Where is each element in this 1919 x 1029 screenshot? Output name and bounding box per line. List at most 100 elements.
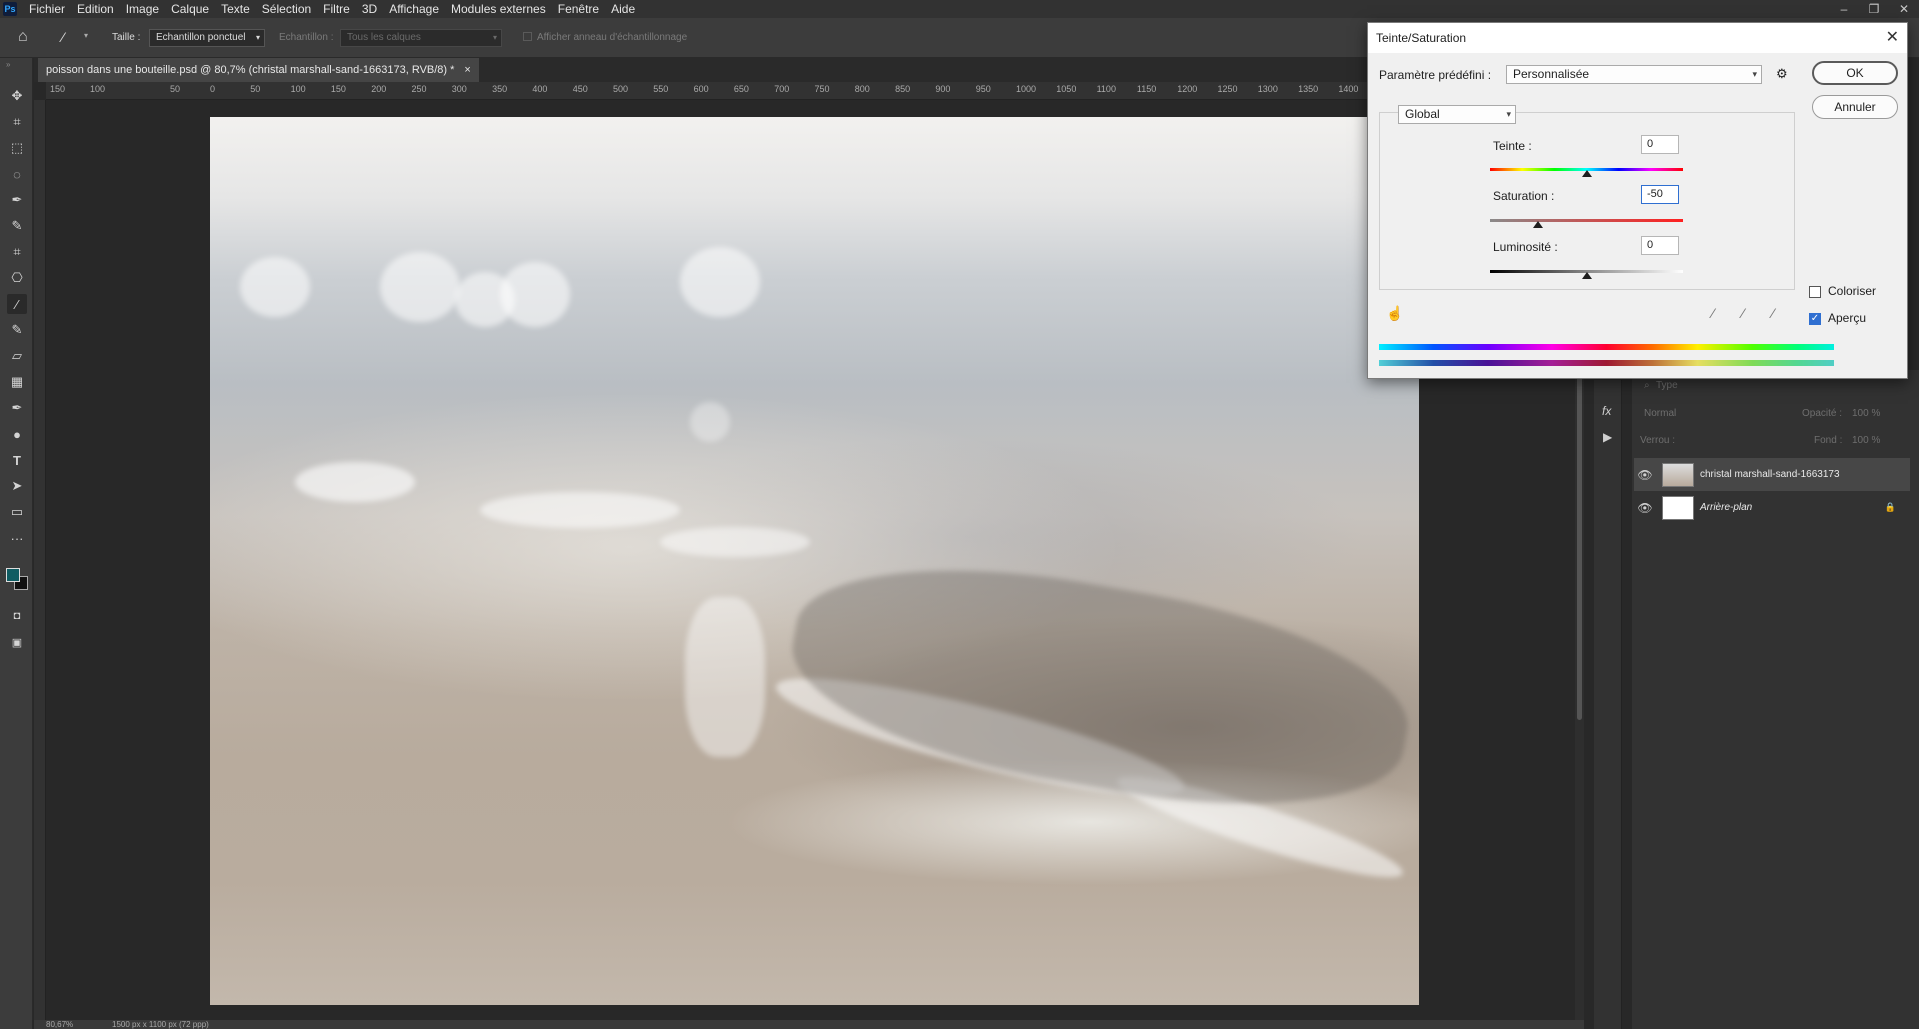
menu-image[interactable]: Image — [120, 0, 165, 18]
menu-texte[interactable]: Texte — [215, 0, 256, 18]
color-swatches[interactable] — [4, 556, 28, 596]
zoom-level[interactable]: 80,67% — [46, 1020, 73, 1029]
ruler-tick: 100 — [290, 84, 306, 94]
layer-name[interactable]: christal marshall-sand-1663173 — [1700, 469, 1840, 480]
ruler-tick: 0 — [210, 84, 216, 94]
menu-aide[interactable]: Aide — [605, 0, 641, 18]
quick-mask-icon[interactable]: ◘ — [7, 606, 27, 626]
play-icon[interactable]: ▶ — [1603, 430, 1612, 444]
brush-tool-icon[interactable]: ✎ — [7, 320, 27, 340]
ruler-tick: 50 — [170, 84, 181, 94]
foreground-color-swatch[interactable] — [6, 568, 20, 582]
channel-select[interactable]: Global ▾ — [1398, 105, 1516, 124]
close-icon[interactable]: ✕ — [1889, 0, 1919, 18]
sampling-ring-checkbox[interactable] — [523, 32, 532, 41]
document-tab[interactable]: poisson dans une bouteille.psd @ 80,7% (… — [38, 58, 479, 82]
ruler-tick: 400 — [532, 84, 548, 94]
eyedropper-plus-icon[interactable]: ⁄ — [1742, 305, 1744, 321]
menu-affichage[interactable]: Affichage — [383, 0, 445, 18]
marquee-tool-icon[interactable]: ⬚ — [7, 138, 27, 158]
layer-row[interactable]: 👁 christal marshall-sand-1663173 — [1634, 458, 1910, 491]
pen-tool-icon[interactable]: ✒ — [7, 190, 27, 210]
chevron-down-icon[interactable]: ▾ — [84, 31, 88, 40]
ruler-tick: 850 — [895, 84, 911, 94]
gradient-tool-icon[interactable]: ▦ — [7, 372, 27, 392]
cancel-button[interactable]: Annuler — [1812, 95, 1898, 119]
type-tool-icon[interactable]: T — [7, 450, 27, 470]
layer-name[interactable]: Arrière-plan — [1700, 502, 1752, 513]
menu-selection[interactable]: Sélection — [256, 0, 317, 18]
close-tab-icon[interactable]: × — [464, 58, 470, 82]
close-icon[interactable]: ✕ — [1886, 23, 1899, 53]
gear-icon[interactable]: ⚙ — [1776, 66, 1788, 82]
preview-checkbox[interactable]: ✓ — [1809, 313, 1821, 325]
menu-calque[interactable]: Calque — [165, 0, 215, 18]
layer-filter-input[interactable]: Type — [1656, 380, 1678, 391]
horizontal-ruler: 150 100 50 0 50 100 150 200 250 300 350 400 450 50… — [46, 82, 1584, 100]
search-icon[interactable]: ⌕ — [1644, 380, 1650, 391]
move-tool-icon[interactable]: ✥ — [7, 86, 27, 106]
collapse-icon[interactable]: » — [6, 60, 10, 69]
foam-edge — [685, 597, 765, 757]
stamp-tool-icon[interactable]: ⎔ — [7, 268, 27, 288]
hue-slider-thumb[interactable] — [1581, 170, 1592, 177]
lasso-tool-icon[interactable]: ◌ — [7, 164, 27, 184]
beach-photo-canvas[interactable] — [210, 117, 1419, 1005]
minimize-icon[interactable]: – — [1829, 0, 1859, 18]
shape-tool-icon[interactable]: ▭ — [7, 502, 27, 522]
eraser-tool-icon[interactable]: ▱ — [7, 346, 27, 366]
layer-row[interactable]: 👁 Arrière-plan 🔒 — [1634, 491, 1910, 524]
wet-sand-shadow — [777, 534, 1419, 840]
ok-button[interactable]: OK — [1812, 61, 1898, 85]
lock-icon: 🔒 — [1884, 502, 1896, 512]
ruler-tick: 150 — [50, 84, 66, 94]
home-icon[interactable]: ⌂ — [18, 28, 28, 46]
eyedropper-minus-icon[interactable]: ⁄ — [1772, 305, 1774, 321]
sample-label: Echantillon : — [279, 32, 334, 43]
colorize-checkbox[interactable] — [1809, 286, 1821, 298]
hue-field[interactable]: 0 — [1641, 135, 1679, 154]
eyedropper-tool-icon[interactable]: ⁄ — [62, 29, 64, 45]
preset-select[interactable]: Personnalisée ▾ — [1506, 65, 1762, 84]
size-label: Taille : — [112, 32, 141, 43]
smudge-tool-icon[interactable]: ✒ — [7, 398, 27, 418]
menu-edition[interactable]: Edition — [71, 0, 120, 18]
saturation-field[interactable]: -50 — [1641, 185, 1679, 204]
eyedropper-icon[interactable]: ⁄ — [1712, 305, 1714, 321]
lightness-field[interactable]: 0 — [1641, 236, 1679, 255]
hue-label: Teinte : — [1493, 139, 1532, 153]
lightness-slider-thumb[interactable] — [1581, 272, 1592, 279]
crop-tool-icon[interactable]: ⌗ — [7, 112, 27, 132]
visibility-eye-icon[interactable]: 👁 — [1634, 468, 1656, 482]
menu-filtre[interactable]: Filtre — [317, 0, 356, 18]
dodge-tool-icon[interactable]: ● — [7, 424, 27, 444]
sample-select[interactable]: Tous les calques ▾ — [340, 29, 502, 47]
bokeh-highlight — [480, 492, 680, 528]
frame-tool-icon[interactable]: ⌗ — [7, 242, 27, 262]
screen-mode-icon[interactable]: ▣ — [7, 632, 27, 652]
menu-fenetre[interactable]: Fenêtre — [552, 0, 605, 18]
opacity-field[interactable]: 100 % — [1852, 408, 1880, 419]
restore-icon[interactable]: ❐ — [1859, 0, 1889, 18]
visibility-eye-icon[interactable]: 👁 — [1634, 501, 1656, 515]
blend-mode-select[interactable]: Normal — [1644, 408, 1676, 419]
window-controls: – ❐ ✕ — [1829, 0, 1919, 18]
dialog-title: Teinte/Saturation — [1376, 31, 1467, 45]
size-select[interactable]: Echantillon ponctuel ▾ — [149, 29, 265, 47]
path-selection-tool-icon[interactable]: ➤ — [7, 476, 27, 496]
targeted-adjustment-hand-icon[interactable]: ☝ — [1386, 305, 1403, 322]
fx-icon[interactable]: fx — [1602, 404, 1611, 418]
eyedropper-tool-icon[interactable]: ⁄ — [7, 294, 27, 314]
saturation-slider-thumb[interactable] — [1533, 221, 1544, 228]
ruler-tick: 900 — [935, 84, 951, 94]
menu-fichier[interactable]: Fichier — [23, 0, 71, 18]
ruler-tick: 100 — [90, 84, 106, 94]
saturation-slider-track[interactable] — [1490, 219, 1683, 222]
more-tools-icon[interactable]: ··· — [7, 528, 27, 548]
canvas-area[interactable] — [46, 100, 1584, 1022]
menu-3d[interactable]: 3D — [356, 0, 383, 18]
healing-brush-tool-icon[interactable]: ✎ — [7, 216, 27, 236]
menu-modules-externes[interactable]: Modules externes — [445, 0, 552, 18]
fill-field[interactable]: 100 % — [1852, 435, 1880, 446]
ruler-tick: 600 — [693, 84, 709, 94]
